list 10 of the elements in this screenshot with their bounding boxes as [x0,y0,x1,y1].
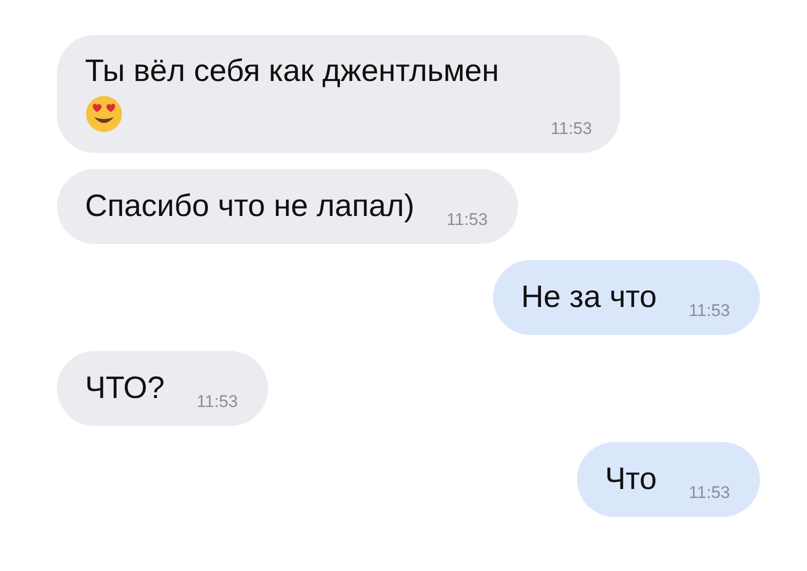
message-text: ЧТО? [85,370,165,406]
message-text: Ты вёл себя как джентльмен [85,53,500,89]
message-time: 11:53 [446,210,488,230]
message-time: 11:53 [196,392,238,412]
message-text: Не за что [521,278,657,314]
message-text: Спасибо что не лапал) [85,188,414,224]
message-time: 11:53 [550,119,592,139]
message-time: 11:53 [688,300,730,320]
message-time: 11:53 [688,482,730,502]
message-text: Что [604,460,657,496]
